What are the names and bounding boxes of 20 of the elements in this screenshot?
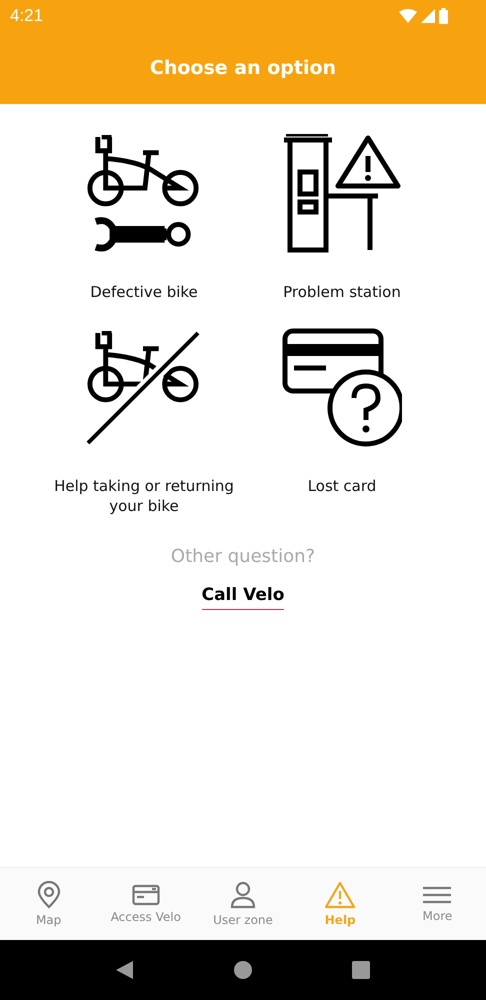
option-tile[interactable]: Lost card bbox=[243, 326, 441, 516]
user-icon bbox=[230, 881, 256, 909]
warning-icon bbox=[324, 881, 356, 909]
station-warning-icon bbox=[282, 134, 402, 254]
home-icon[interactable] bbox=[234, 961, 252, 979]
call-link[interactable]: Call Velo bbox=[202, 585, 284, 610]
battery-icon bbox=[439, 8, 448, 24]
map-pin-icon bbox=[36, 881, 62, 909]
status-time: 4:21 bbox=[10, 6, 44, 26]
card-icon bbox=[132, 884, 160, 906]
option-tile[interactable]: Defective bike bbox=[45, 132, 243, 302]
option-tile[interactable]: Problem station bbox=[243, 132, 441, 302]
menu-icon bbox=[422, 885, 452, 905]
wifi-icon bbox=[399, 9, 417, 23]
screen-title: Choose an option bbox=[150, 57, 336, 79]
option-tile[interactable]: Help taking or returning your bike bbox=[45, 326, 243, 516]
back-icon[interactable] bbox=[116, 961, 134, 979]
card-question-icon bbox=[282, 328, 402, 448]
other-question-text: Other question? bbox=[170, 546, 316, 567]
signal-icon bbox=[421, 9, 435, 23]
